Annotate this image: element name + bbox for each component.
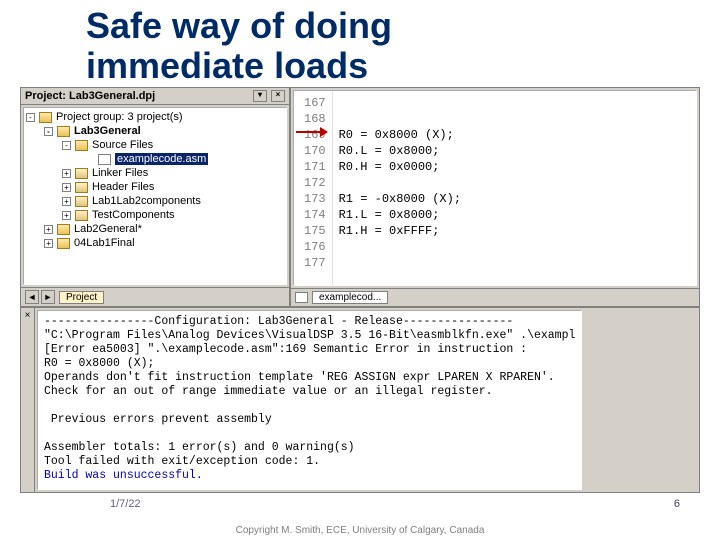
dropdown-icon[interactable]: ▾ xyxy=(253,90,267,102)
tree-testcomponents[interactable]: + TestComponents xyxy=(26,208,284,222)
tree-lab2general[interactable]: + Lab2General* xyxy=(26,222,284,236)
expand-icon[interactable]: + xyxy=(62,183,71,192)
slide-footer: Copyright M. Smith, ECE, University of C… xyxy=(0,525,720,536)
project-icon xyxy=(57,126,70,137)
tree-lab1final[interactable]: + 04Lab1Final xyxy=(26,236,284,250)
project-pane: Project: Lab3General.dpj ▾ × - Project g… xyxy=(21,88,291,306)
project-group-icon xyxy=(39,112,52,123)
folder-icon xyxy=(75,182,88,193)
tree-file-examplecode[interactable]: examplecode.asm xyxy=(26,152,284,166)
folder-open-icon xyxy=(75,140,88,151)
tree-header-files[interactable]: + Header Files xyxy=(26,180,284,194)
folder-icon xyxy=(75,210,88,221)
tree-project[interactable]: - Lab3General xyxy=(26,124,284,138)
project-tree[interactable]: - Project group: 3 project(s) - Lab3Gene… xyxy=(23,107,287,285)
tab-file[interactable]: examplecod... xyxy=(312,291,388,304)
folder-icon xyxy=(75,168,88,179)
code-pane: 167 168 169 170 171 172 173 174 175 176 … xyxy=(291,88,699,306)
collapse-icon[interactable]: - xyxy=(26,113,35,122)
output-close-icon[interactable]: × xyxy=(21,308,35,492)
tree-lab1lab2[interactable]: + Lab1Lab2components xyxy=(26,194,284,208)
collapse-icon[interactable]: - xyxy=(44,127,53,136)
folder-icon xyxy=(75,196,88,207)
line-gutter: 167 168 169 170 171 172 173 174 175 176 … xyxy=(294,91,333,285)
code-text[interactable]: R0 = 0x8000 (X); R0.L = 0x8000; R0.H = 0… xyxy=(333,91,467,285)
tree-linker-files[interactable]: + Linker Files xyxy=(26,166,284,180)
tab-scroll-left-icon[interactable]: ◄ xyxy=(25,290,39,304)
collapse-icon[interactable]: - xyxy=(62,141,71,150)
tree-source-files[interactable]: - Source Files xyxy=(26,138,284,152)
expand-icon[interactable]: + xyxy=(62,197,71,206)
tab-scroll-right-icon[interactable]: ► xyxy=(41,290,55,304)
build-output[interactable]: ----------------Configuration: Lab3Gener… xyxy=(37,310,582,490)
expand-icon[interactable]: + xyxy=(44,225,53,234)
slide-number: 6 xyxy=(674,498,680,510)
project-pane-title: Project: Lab3General.dpj ▾ × xyxy=(21,88,289,105)
close-icon[interactable]: × xyxy=(271,90,285,102)
error-arrow-icon xyxy=(296,129,328,135)
expand-icon[interactable]: + xyxy=(44,239,53,248)
ide-window: Project: Lab3General.dpj ▾ × - Project g… xyxy=(20,87,700,493)
tab-project[interactable]: Project xyxy=(59,291,104,304)
project-icon xyxy=(57,224,70,235)
project-pane-tabs: ◄ ► Project xyxy=(21,287,289,306)
project-icon xyxy=(57,238,70,249)
expand-icon[interactable]: + xyxy=(62,211,71,220)
slide-date: 1/7/22 xyxy=(110,498,141,510)
code-editor[interactable]: 167 168 169 170 171 172 173 174 175 176 … xyxy=(293,90,697,286)
expand-icon[interactable]: + xyxy=(62,169,71,178)
editor-tabs: examplecod... xyxy=(291,288,699,306)
file-icon xyxy=(98,154,111,165)
slide-title: Safe way of doing immediate loads xyxy=(0,0,720,87)
tree-group[interactable]: - Project group: 3 project(s) xyxy=(26,110,284,124)
file-icon xyxy=(295,292,308,303)
output-pane: × ----------------Configuration: Lab3Gen… xyxy=(21,308,699,492)
